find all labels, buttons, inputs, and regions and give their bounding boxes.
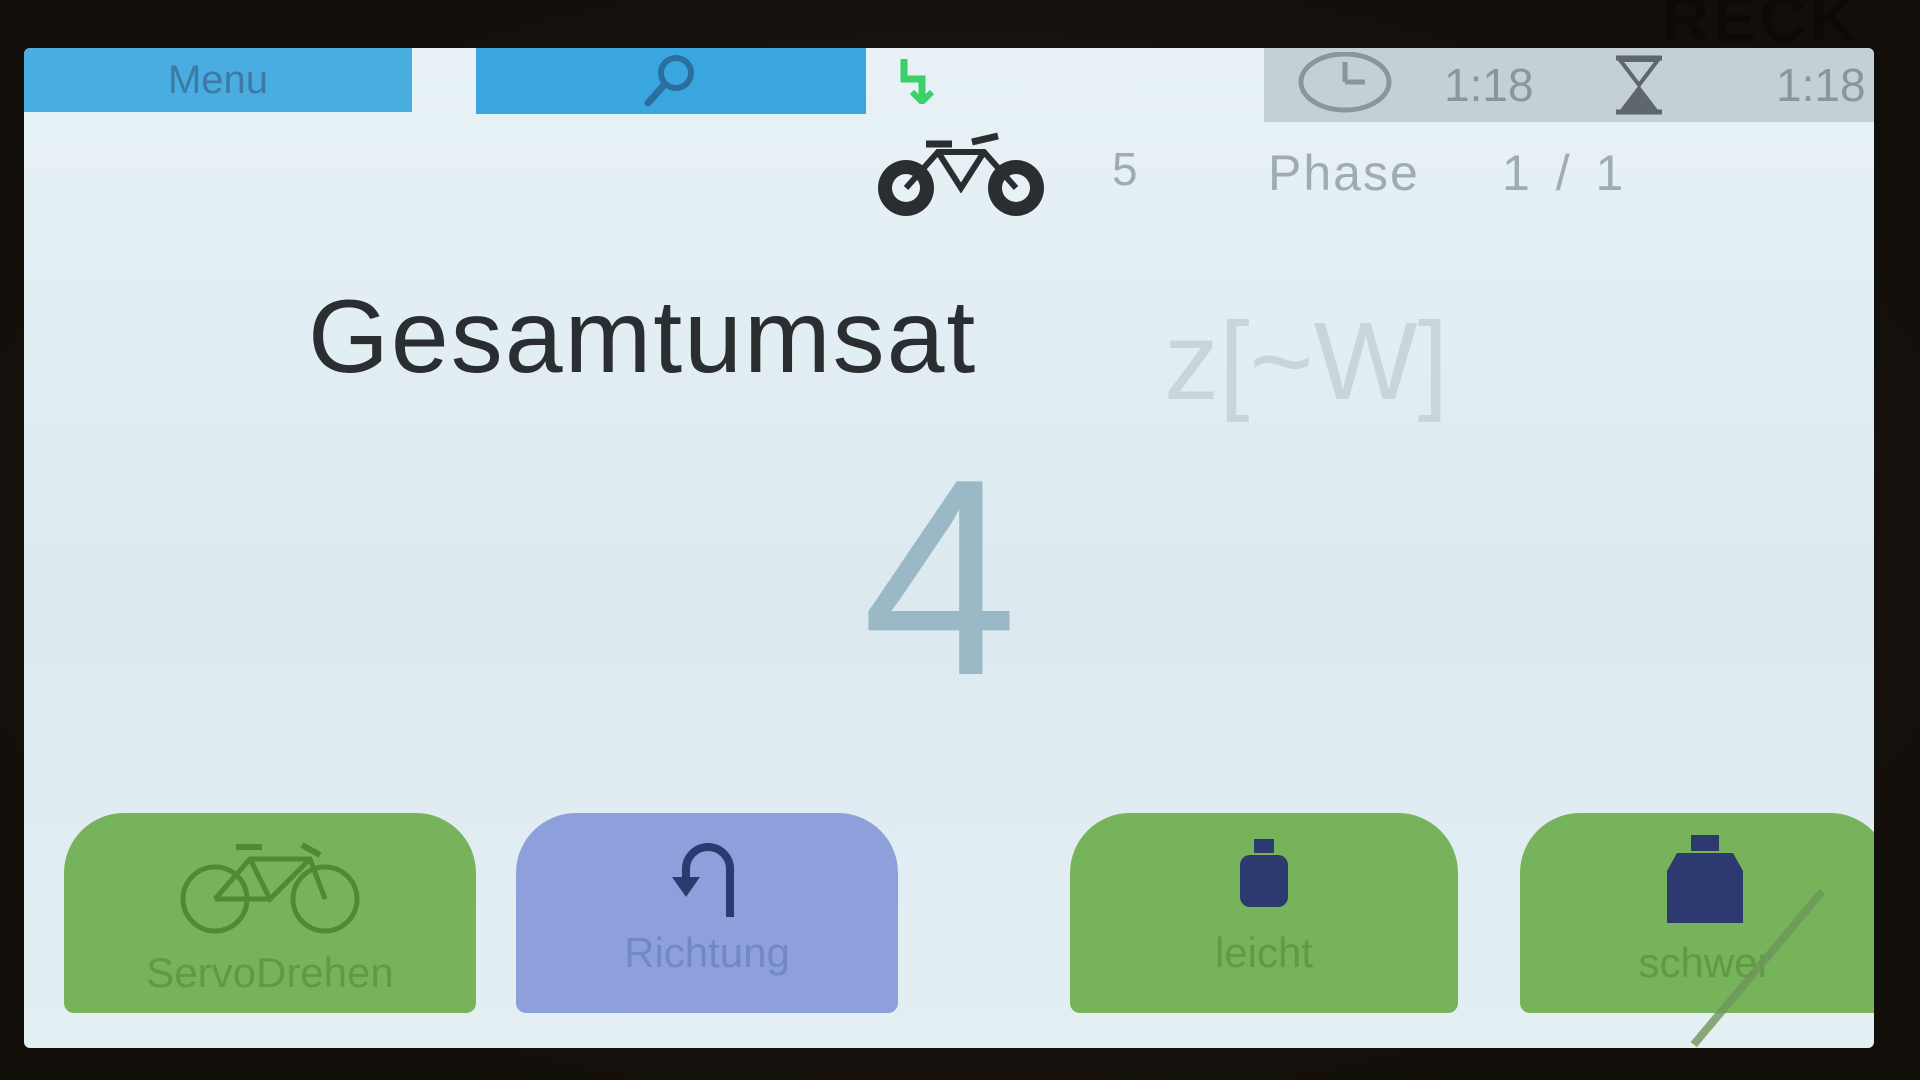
bicycle-icon bbox=[180, 842, 360, 934]
richtung-button[interactable]: Richtung bbox=[516, 813, 898, 1013]
magnifier-icon bbox=[644, 55, 694, 107]
button-label: ServoDrehen bbox=[146, 949, 394, 996]
device-bezel: RECK Menu 1:18 1:18 5 Phase 1 / 1 z[~W] … bbox=[0, 0, 1920, 1080]
phase-value: 1 / 1 bbox=[1502, 145, 1630, 201]
time-panel: 1:18 1:18 bbox=[1264, 48, 1874, 122]
top-bar: Menu 1:18 1:18 bbox=[24, 48, 1874, 122]
touch-screen: Menu 1:18 1:18 5 Phase 1 / 1 z[~W] Gesam… bbox=[24, 48, 1874, 1048]
main-value: 4 bbox=[862, 422, 1018, 734]
elapsed-time: 1:18 bbox=[1444, 59, 1534, 111]
button-label: Richtung bbox=[624, 929, 790, 976]
clock-icon bbox=[1298, 52, 1392, 113]
bike-count: 5 bbox=[1112, 143, 1138, 195]
schwer-button[interactable]: schwer bbox=[1520, 813, 1874, 1013]
tandem-bike-icon bbox=[878, 132, 1044, 216]
menu-button[interactable]: Menu bbox=[24, 48, 412, 112]
search-button[interactable] bbox=[476, 48, 866, 114]
u-turn-arrow-icon bbox=[672, 843, 734, 917]
leicht-button[interactable]: leicht bbox=[1070, 813, 1458, 1013]
light-weight-icon bbox=[1240, 839, 1288, 907]
remaining-time: 1:18 bbox=[1776, 59, 1866, 111]
button-label: leicht bbox=[1214, 929, 1314, 976]
power-plug-icon bbox=[900, 59, 935, 104]
hourglass-icon bbox=[1615, 55, 1663, 115]
page-title: Gesamtumsat bbox=[308, 279, 978, 395]
ghost-unit-text: z[~W] bbox=[1164, 300, 1449, 423]
heavy-weight-icon bbox=[1667, 835, 1743, 923]
servo-drehen-button[interactable]: ServoDrehen bbox=[64, 813, 476, 1013]
phase-label: Phase bbox=[1268, 145, 1420, 201]
